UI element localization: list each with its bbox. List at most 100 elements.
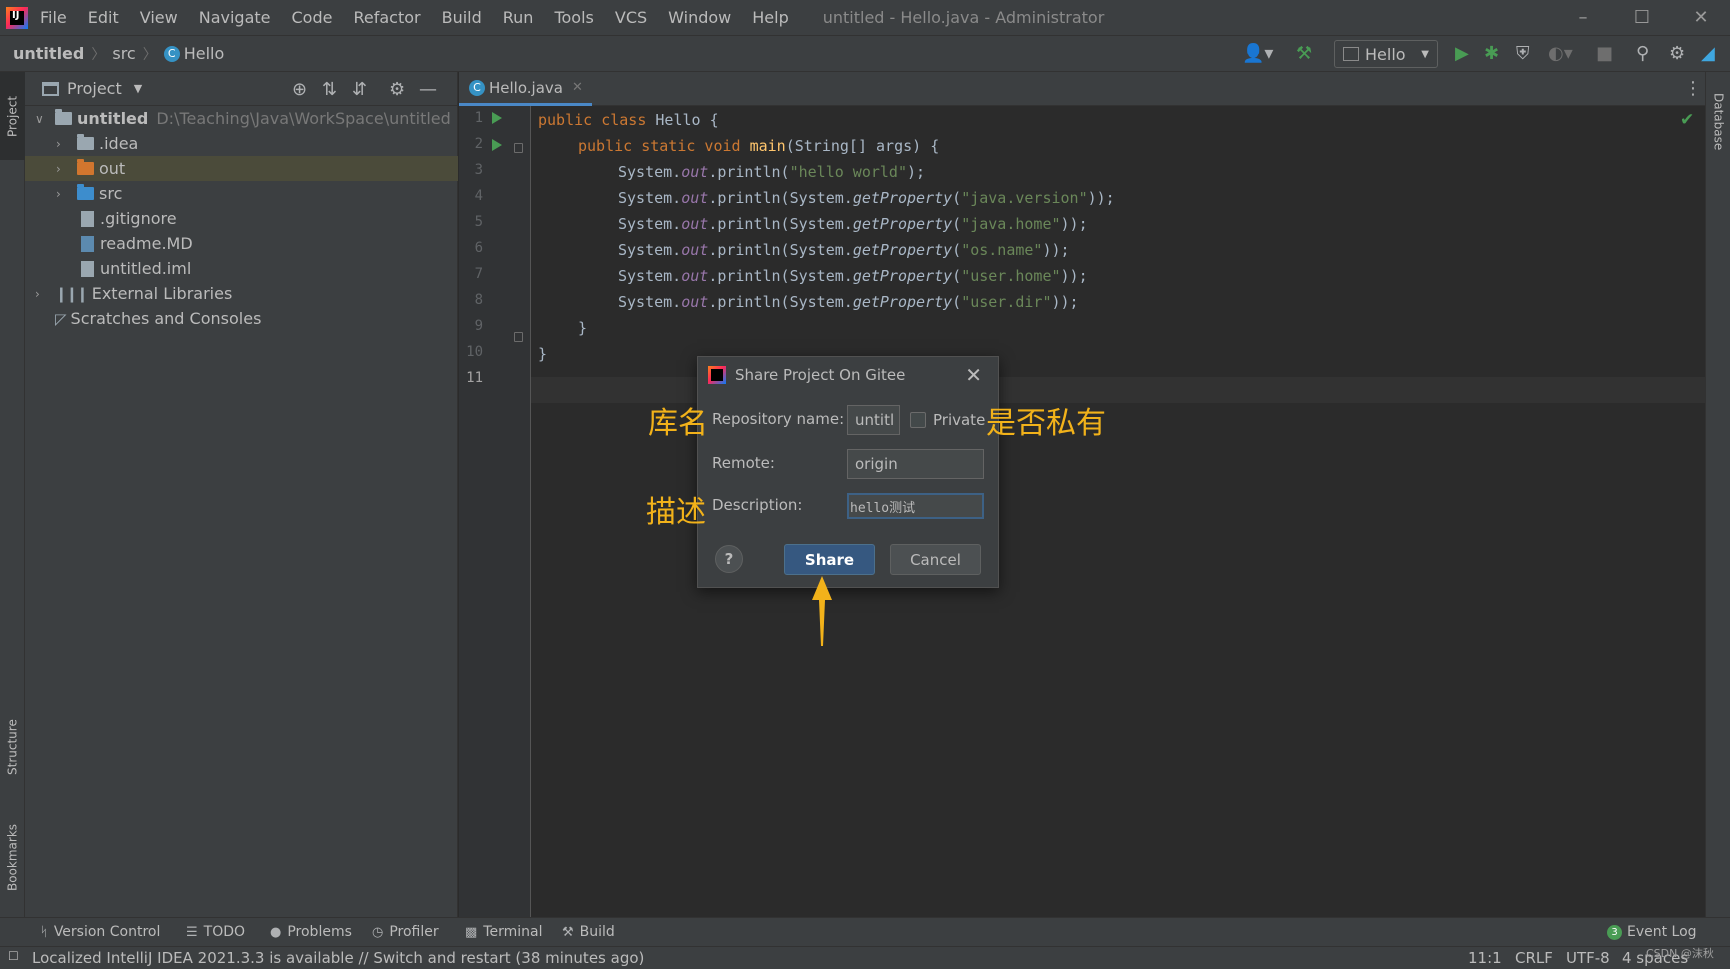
intellij-logo-icon[interactable]: IJ bbox=[6, 6, 28, 29]
remote-input[interactable]: origin bbox=[847, 449, 984, 479]
line-number: 4 bbox=[474, 188, 483, 204]
menu-build[interactable]: Build bbox=[442, 8, 482, 27]
toolbox-icon[interactable]: ◢ bbox=[1701, 40, 1715, 66]
tab-hello-java[interactable]: C Hello.java ✕ bbox=[459, 72, 592, 106]
line-number: 8 bbox=[474, 292, 483, 308]
debug-bug-icon[interactable]: ✱ bbox=[1484, 40, 1499, 66]
collapse-all-icon[interactable]: ⇵ bbox=[352, 79, 367, 100]
build-tool[interactable]: ⚒ Build bbox=[562, 924, 615, 940]
run-configuration-select[interactable]: Hello ▼ bbox=[1334, 40, 1438, 68]
caret-position[interactable]: 11:1 bbox=[1468, 949, 1502, 967]
line-separator[interactable]: CRLF bbox=[1515, 949, 1553, 967]
intellij-logo-icon bbox=[708, 366, 726, 384]
chevron-down-icon[interactable]: ▼ bbox=[134, 82, 142, 95]
tree-item-label: External Libraries bbox=[91, 284, 233, 303]
menu-help[interactable]: Help bbox=[752, 8, 788, 27]
options-gear-icon[interactable]: ⚙ bbox=[389, 79, 405, 100]
menu-view[interactable]: View bbox=[140, 8, 178, 27]
database-tool-tab[interactable]: Database bbox=[1706, 76, 1730, 168]
breadcrumb-file[interactable]: Hello bbox=[184, 44, 225, 63]
help-button[interactable]: ? bbox=[715, 545, 743, 573]
stop-icon[interactable]: ■ bbox=[1596, 40, 1613, 66]
user-icon[interactable]: 👤▾ bbox=[1242, 40, 1273, 66]
more-options-icon[interactable]: ⋮ bbox=[1684, 78, 1702, 99]
build-hammer-icon[interactable]: ⚒ bbox=[1296, 40, 1312, 66]
todo-tool[interactable]: ☰ TODO bbox=[186, 924, 245, 940]
breadcrumb-folder[interactable]: src bbox=[112, 44, 135, 63]
private-checkbox[interactable] bbox=[910, 412, 926, 428]
chevron-right-icon[interactable]: › bbox=[35, 287, 40, 301]
tree-item-readme[interactable]: readme.MD bbox=[25, 231, 458, 256]
select-opened-file-icon[interactable]: ⊕ bbox=[292, 79, 307, 100]
menu-code[interactable]: Code bbox=[292, 8, 333, 27]
minimize-icon[interactable]: – bbox=[1558, 0, 1608, 35]
hide-panel-icon[interactable]: — bbox=[419, 79, 437, 100]
editor-tab-bar: C Hello.java ✕ bbox=[459, 72, 1705, 106]
project-panel: Project ▼ ⊕ ⇅ ⇵ ⚙ — ∨ untitled D:\Teachi… bbox=[25, 72, 458, 917]
version-control-tool[interactable]: ᛋ Version Control bbox=[40, 924, 160, 940]
tree-item-external-libraries[interactable]: › ❙❙❙ External Libraries bbox=[25, 281, 458, 306]
dialog-title-bar: Share Project On Gitee ✕ bbox=[698, 357, 998, 393]
close-tab-icon[interactable]: ✕ bbox=[572, 80, 583, 95]
status-toggle-icon[interactable]: ☐ bbox=[8, 949, 19, 963]
description-label: Description: bbox=[712, 496, 803, 514]
breadcrumb-project[interactable]: untitled bbox=[13, 44, 84, 63]
profile-icon[interactable]: ◐▾ bbox=[1548, 40, 1573, 66]
code-line-3: System.out.println("hello world"); bbox=[618, 163, 926, 181]
project-tool-tab[interactable]: Project bbox=[0, 72, 25, 160]
menu-edit[interactable]: Edit bbox=[88, 8, 119, 27]
tab-label: Hello.java bbox=[489, 78, 563, 97]
tree-item-out[interactable]: › out bbox=[25, 156, 458, 181]
search-icon[interactable]: ⚲ bbox=[1636, 40, 1649, 66]
share-button[interactable]: Share bbox=[784, 544, 875, 575]
chevron-right-icon[interactable]: › bbox=[56, 187, 61, 201]
menu-navigate[interactable]: Navigate bbox=[199, 8, 271, 27]
menu-refactor[interactable]: Refactor bbox=[353, 8, 420, 27]
bookmarks-tool-tab[interactable]: Bookmarks bbox=[0, 807, 25, 907]
cancel-button[interactable]: Cancel bbox=[890, 544, 981, 575]
menu-file[interactable]: File bbox=[40, 8, 67, 27]
project-panel-title[interactable]: Project bbox=[67, 79, 122, 98]
tree-item-label: .idea bbox=[99, 134, 139, 153]
file-encoding[interactable]: UTF-8 bbox=[1566, 949, 1610, 967]
run-class-gutter-icon[interactable] bbox=[492, 112, 502, 124]
no-problems-check-icon[interactable]: ✔ bbox=[1680, 110, 1694, 130]
problems-tool[interactable]: ● Problems bbox=[270, 924, 352, 940]
settings-gear-icon[interactable]: ⚙ bbox=[1669, 40, 1685, 66]
tree-item-src[interactable]: › src bbox=[25, 181, 458, 206]
status-message[interactable]: Localized IntelliJ IDEA 2021.3.3 is avai… bbox=[32, 949, 644, 967]
event-log-tool[interactable]: 3 Event Log bbox=[1607, 924, 1697, 940]
repo-name-input[interactable]: untitl bbox=[847, 405, 900, 435]
tree-item-idea[interactable]: › .idea bbox=[25, 131, 458, 156]
annotation-arrow-icon bbox=[812, 576, 832, 646]
fold-icon[interactable] bbox=[514, 332, 523, 342]
close-dialog-icon[interactable]: ✕ bbox=[965, 363, 982, 387]
chevron-right-icon[interactable]: › bbox=[56, 137, 61, 151]
tree-item-gitignore[interactable]: .gitignore bbox=[25, 206, 458, 231]
source-folder-icon bbox=[77, 184, 94, 200]
structure-tool-tab[interactable]: Structure bbox=[0, 702, 25, 792]
tree-item-untitled[interactable]: ∨ untitled D:\Teaching\Java\WorkSpace\un… bbox=[25, 106, 458, 131]
menu-tools[interactable]: Tools bbox=[554, 8, 593, 27]
tree-item-scratches[interactable]: ◸ Scratches and Consoles bbox=[25, 306, 458, 331]
menu-window[interactable]: Window bbox=[668, 8, 731, 27]
right-tool-strip: Database bbox=[1705, 72, 1730, 917]
maximize-icon[interactable]: ☐ bbox=[1617, 0, 1667, 35]
tree-item-iml[interactable]: untitled.iml bbox=[25, 256, 458, 281]
code-line-8: System.out.println(System.getProperty("u… bbox=[618, 293, 1079, 311]
terminal-tool[interactable]: ▩ Terminal bbox=[465, 924, 542, 940]
run-icon[interactable]: ▶ bbox=[1455, 40, 1469, 66]
chevron-expanded-icon[interactable]: ∨ bbox=[35, 112, 44, 126]
fold-icon[interactable] bbox=[514, 143, 523, 153]
status-bar: ☐ Localized IntelliJ IDEA 2021.3.3 is av… bbox=[0, 946, 1730, 969]
close-window-icon[interactable]: ✕ bbox=[1676, 0, 1726, 35]
profiler-tool[interactable]: ◷ Profiler bbox=[372, 924, 439, 940]
coverage-icon[interactable]: ⛨ bbox=[1516, 40, 1530, 66]
menu-vcs[interactable]: VCS bbox=[615, 8, 647, 27]
menu-run[interactable]: Run bbox=[503, 8, 534, 27]
terminal-icon: ▩ bbox=[465, 924, 478, 940]
chevron-right-icon[interactable]: › bbox=[56, 162, 61, 176]
description-input[interactable]: hello测试 bbox=[847, 493, 984, 519]
expand-all-icon[interactable]: ⇅ bbox=[322, 79, 337, 100]
run-main-gutter-icon[interactable] bbox=[492, 139, 502, 151]
